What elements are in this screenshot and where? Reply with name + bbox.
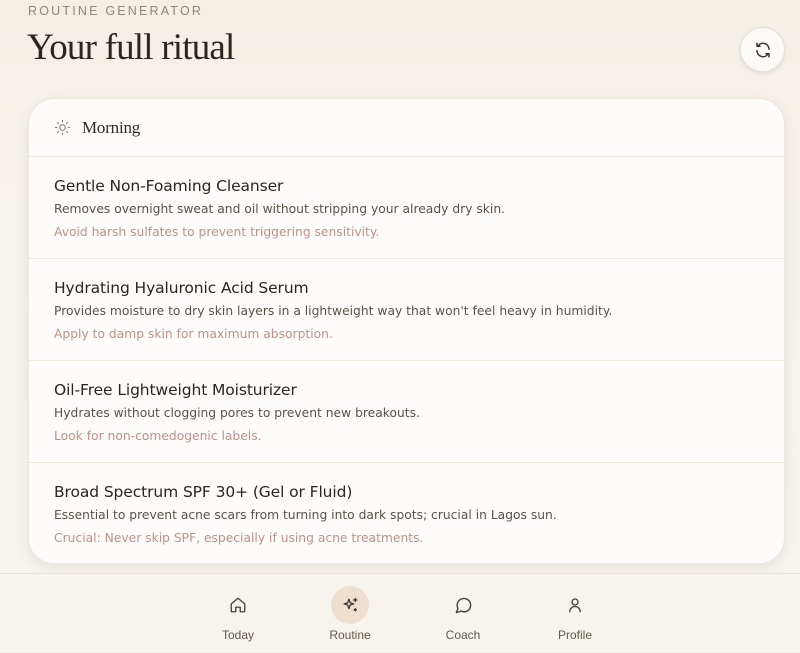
routine-section-header: Morning [29,99,784,157]
bottom-nav: Today Routine Coach Profile [0,573,800,652]
nav-item-coach[interactable]: Coach [423,574,503,653]
step-tip: Avoid harsh sulfates to prevent triggeri… [54,225,380,239]
refresh-button[interactable] [740,27,785,72]
home-icon [219,586,257,624]
nav-item-routine[interactable]: Routine [310,574,390,653]
nav-label: Coach [445,628,481,642]
step-description: Provides moisture to dry skin layers in … [54,304,613,318]
routine-step: Gentle Non-Foaming Cleanser Removes over… [29,157,784,259]
routine-card: Morning Gentle Non-Foaming Cleanser Remo… [28,98,785,564]
section-title: Morning [82,117,141,137]
nav-item-profile[interactable]: Profile [535,574,615,653]
step-tip: Apply to damp skin for maximum absorptio… [54,327,333,341]
nav-label: Today [221,628,255,642]
routine-step: Hydrating Hyaluronic Acid Serum Provides… [29,259,784,361]
step-name: Oil-Free Lightweight Moisturizer [54,381,297,399]
step-tip: Look for non-comedogenic labels. [54,429,262,443]
nav-label: Routine [329,628,371,642]
chat-bubble-icon [444,586,482,624]
step-name: Hydrating Hyaluronic Acid Serum [54,279,309,297]
page-header: ROUTINE GENERATOR Your full ritual [0,0,800,96]
step-tip: Crucial: Never skip SPF, especially if u… [54,531,424,545]
sun-icon [54,119,71,136]
step-name: Gentle Non-Foaming Cleanser [54,177,284,195]
nav-label: Profile [557,628,592,642]
sparkle-icon [331,586,369,624]
page-eyebrow: ROUTINE GENERATOR [28,4,204,18]
step-description: Removes overnight sweat and oil without … [54,202,506,216]
page-title: Your full ritual [27,27,235,68]
step-name: Broad Spectrum SPF 30+ (Gel or Fluid) [54,483,353,501]
step-description: Essential to prevent acne scars from tur… [54,508,557,522]
routine-step: Oil-Free Lightweight Moisturizer Hydrate… [29,361,784,463]
refresh-icon [755,42,770,57]
user-icon [556,586,594,624]
nav-item-today[interactable]: Today [198,574,278,653]
routine-step: Broad Spectrum SPF 30+ (Gel or Fluid) Es… [29,463,784,563]
step-description: Hydrates without clogging pores to preve… [54,406,420,420]
